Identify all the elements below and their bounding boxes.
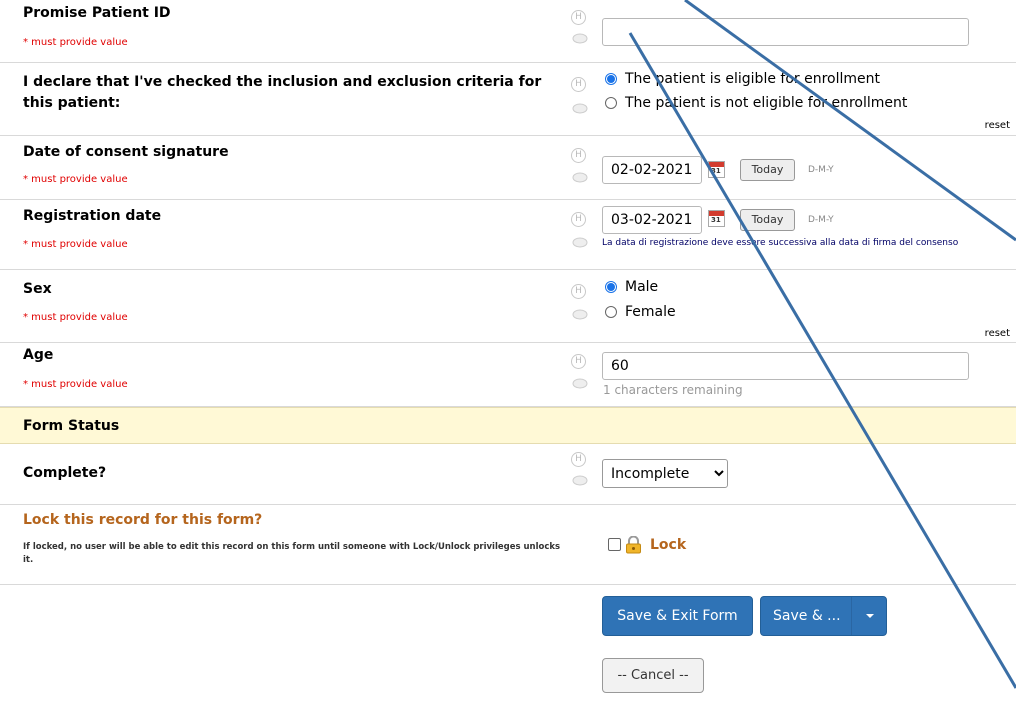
row-eligibility: I declare that I've checked the inclusio… <box>0 63 1016 136</box>
lock-record-description: If locked, no user will be able to edit … <box>23 542 561 565</box>
row-lock: Lock this record for this form? If locke… <box>0 505 1016 585</box>
registration-today-button[interactable]: Today <box>740 209 795 231</box>
calendar-icon[interactable]: 31 <box>708 210 725 227</box>
eligibility-reset-link[interactable]: reset <box>985 120 1010 131</box>
not-eligible-option-label[interactable]: The patient is not eligible for enrollme… <box>625 95 907 112</box>
male-radio[interactable] <box>605 281 617 293</box>
registration-date-input[interactable] <box>602 206 702 234</box>
caret-down-icon[interactable] <box>865 612 875 620</box>
history-icon[interactable]: H <box>571 284 586 299</box>
registration-date-label: Registration date <box>23 208 162 224</box>
row-patient-id: Promise Patient ID * must provide value … <box>0 0 1016 63</box>
row-complete: Complete? H Incomplete <box>0 444 1016 505</box>
history-icon[interactable]: H <box>571 354 586 369</box>
redaction-box <box>457 245 486 260</box>
eligible-radio[interactable] <box>605 73 617 85</box>
form-status-section: Form Status <box>0 407 1016 444</box>
consent-today-button[interactable]: Today <box>740 159 795 181</box>
age-label: Age <box>23 347 54 363</box>
comment-icon[interactable] <box>572 309 588 321</box>
padlock-icon <box>626 536 641 554</box>
history-icon[interactable]: H <box>571 212 586 227</box>
cancel-button[interactable]: -- Cancel -- <box>602 658 704 693</box>
row-sex: Sex * must provide value H Male Female r… <box>0 270 1016 343</box>
female-option-label[interactable]: Female <box>625 304 676 321</box>
age-input[interactable] <box>602 352 969 380</box>
row-registration-date: Registration date * must provide value H… <box>0 200 1016 270</box>
not-eligible-radio[interactable] <box>605 97 617 109</box>
consent-date-format: D-M-Y <box>808 165 834 175</box>
patient-id-input[interactable] <box>602 18 969 46</box>
registration-date-required: * must provide value <box>23 239 128 250</box>
save-exit-button[interactable]: Save & Exit Form <box>602 596 753 636</box>
calendar-day: 31 <box>711 167 721 175</box>
consent-date-required: * must provide value <box>23 174 128 185</box>
form-status-header: Form Status <box>23 418 120 434</box>
sex-label: Sex <box>23 281 52 297</box>
comment-icon[interactable] <box>572 378 588 390</box>
redaction-box <box>456 143 517 158</box>
eligible-option-label[interactable]: The patient is eligible for enrollment <box>625 71 880 88</box>
sex-required: * must provide value <box>23 312 128 323</box>
history-icon[interactable]: H <box>571 10 586 25</box>
registration-date-format: D-M-Y <box>808 215 834 225</box>
history-icon[interactable]: H <box>571 148 586 163</box>
history-icon[interactable]: H <box>571 452 586 467</box>
consent-date-input[interactable] <box>602 156 702 184</box>
complete-label: Complete? <box>23 465 107 481</box>
lock-label[interactable]: Lock <box>650 537 686 553</box>
sex-reset-link[interactable]: reset <box>985 328 1010 339</box>
age-required: * must provide value <box>23 379 128 390</box>
redaction-box <box>456 103 517 119</box>
male-option-label[interactable]: Male <box>625 279 658 296</box>
lock-record-title: Lock this record for this form? <box>23 512 263 528</box>
complete-status-select[interactable]: Incomplete <box>602 459 728 488</box>
patient-id-required: * must provide value <box>23 37 128 48</box>
row-age: Age * must provide value H 1 characters … <box>0 343 1016 407</box>
save-more-split-button[interactable]: Save & ... <box>760 596 887 636</box>
comment-icon[interactable] <box>572 33 588 45</box>
data-entry-form: Promise Patient ID * must provide value … <box>0 0 1016 701</box>
calendar-icon[interactable]: 31 <box>708 161 725 178</box>
history-icon[interactable]: H <box>571 77 586 92</box>
age-characters-remaining: 1 characters remaining <box>603 383 743 397</box>
patient-id-label: Promise Patient ID <box>23 5 171 21</box>
lock-checkbox[interactable] <box>608 538 621 551</box>
calendar-day: 31 <box>711 216 721 224</box>
save-more-label[interactable]: Save & ... <box>773 597 841 635</box>
consent-date-label: Date of consent signature <box>23 144 229 160</box>
comment-icon[interactable] <box>572 475 588 487</box>
comment-icon[interactable] <box>572 172 588 184</box>
registration-date-note: La data di registrazione deve essere suc… <box>602 238 959 248</box>
comment-icon[interactable] <box>572 103 588 115</box>
comment-icon[interactable] <box>572 237 588 249</box>
female-radio[interactable] <box>605 306 617 318</box>
split-divider <box>851 597 852 635</box>
